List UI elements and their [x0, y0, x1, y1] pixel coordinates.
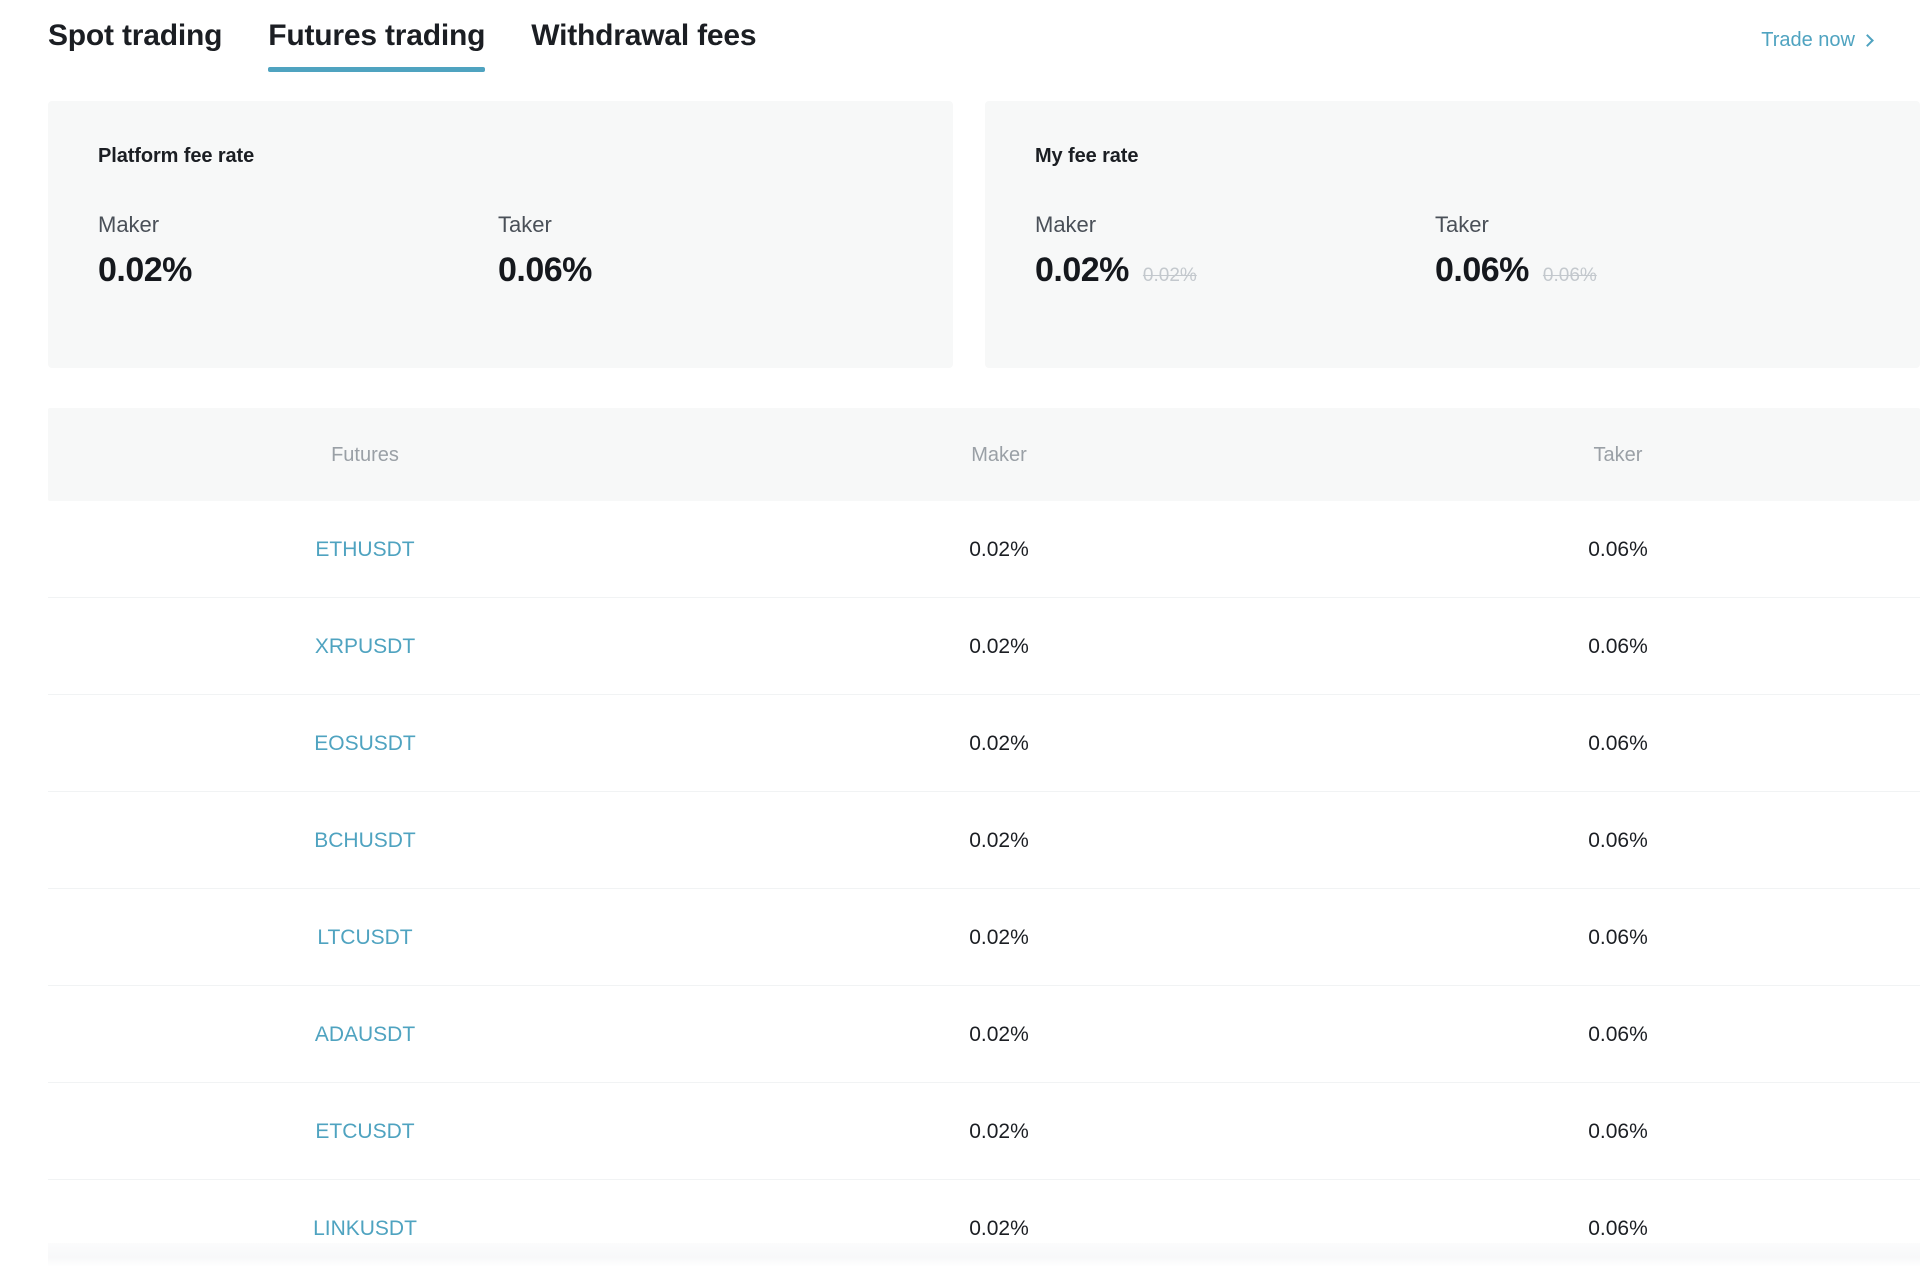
my-taker-label: Taker — [1435, 212, 1489, 237]
maker-fee-value: 0.02% — [969, 1217, 1029, 1240]
table-body: ETHUSDT 0.02% 0.06% XRPUSDT 0.02% 0.06% EOSUSD… — [48, 501, 1920, 1267]
tab-bar: Spot trading Futures trading Withdrawal … — [0, 0, 1920, 88]
trade-now-link[interactable]: Trade now — [1761, 0, 1874, 52]
my-maker-row: 0.02% 0.02% — [1035, 250, 1435, 290]
my-taker-block: Taker 0.06% 0.06% — [1435, 212, 1597, 290]
tab-spot-trading[interactable]: Spot trading — [48, 18, 222, 72]
platform-fee-rate-title: Platform fee rate — [98, 145, 255, 167]
table-row: ETCUSDT 0.02% 0.06% — [48, 1083, 1920, 1180]
table-header-taker: Taker — [1593, 443, 1643, 466]
table-row: LTCUSDT 0.02% 0.06% — [48, 889, 1920, 986]
maker-fee-value: 0.02% — [969, 1022, 1029, 1046]
taker-fee-value: 0.06% — [1588, 925, 1648, 949]
tab-withdrawal-fees-label: Withdrawal fees — [531, 19, 757, 52]
fee-schedule-page: Spot trading Futures trading Withdrawal … — [0, 0, 1920, 1267]
futures-symbol-link[interactable]: ETHUSDT — [48, 537, 682, 562]
platform-taker-value: 0.06% — [498, 251, 592, 289]
futures-symbol-link[interactable]: BCHUSDT — [48, 828, 682, 853]
platform-maker-value: 0.02% — [98, 251, 192, 289]
futures-symbol-link[interactable]: LTCUSDT — [48, 925, 682, 950]
maker-fee-value: 0.02% — [969, 1119, 1029, 1143]
tab-list: Spot trading Futures trading Withdrawal … — [48, 0, 757, 72]
table-row: EOSUSDT 0.02% 0.06% — [48, 695, 1920, 792]
platform-taker-block: Taker 0.06% — [498, 212, 592, 290]
my-maker-value: 0.02% — [1035, 251, 1129, 289]
taker-fee-value: 0.06% — [1588, 634, 1648, 658]
maker-fee-value: 0.02% — [969, 925, 1029, 949]
futures-symbol-link[interactable]: XRPUSDT — [48, 634, 682, 659]
platform-maker-block: Maker 0.02% — [98, 212, 498, 290]
taker-fee-value: 0.06% — [1588, 828, 1648, 852]
my-taker-value: 0.06% — [1435, 251, 1529, 289]
fee-rate-cards: Platform fee rate Maker 0.02% Taker 0.06… — [48, 101, 1920, 368]
table-header-futures: Futures — [331, 443, 399, 466]
platform-maker-label: Maker — [98, 212, 160, 237]
futures-fee-table: Futures Maker Taker ETHUSDT 0.02% 0.06% XRP… — [48, 408, 1920, 1267]
maker-fee-value: 0.02% — [969, 731, 1029, 755]
my-taker-original-value: 0.06% — [1542, 265, 1597, 286]
table-header-row: Futures Maker Taker — [48, 408, 1920, 501]
table-row: ETHUSDT 0.02% 0.06% — [48, 501, 1920, 598]
maker-fee-value: 0.02% — [969, 537, 1029, 561]
tab-withdrawal-fees[interactable]: Withdrawal fees — [531, 18, 756, 72]
platform-fee-rate-values: Maker 0.02% Taker 0.06% — [98, 212, 903, 290]
my-fee-rate-card: My fee rate Maker 0.02% 0.02% Taker 0.06… — [985, 101, 1920, 368]
maker-fee-value: 0.02% — [969, 828, 1029, 852]
taker-fee-value: 0.06% — [1588, 1217, 1648, 1240]
my-fee-rate-values: Maker 0.02% 0.02% Taker 0.06% 0.06% — [1035, 212, 1870, 290]
table-header-maker: Maker — [971, 443, 1027, 466]
taker-fee-value: 0.06% — [1588, 731, 1648, 755]
table-row: ADAUSDT 0.02% 0.06% — [48, 986, 1920, 1083]
my-fee-rate-title: My fee rate — [1035, 145, 1139, 167]
taker-fee-value: 0.06% — [1588, 1119, 1648, 1143]
my-taker-row: 0.06% 0.06% — [1435, 250, 1597, 290]
taker-fee-value: 0.06% — [1588, 537, 1648, 561]
my-maker-block: Maker 0.02% 0.02% — [1035, 212, 1435, 290]
platform-taker-label: Taker — [498, 212, 552, 237]
platform-taker-row: 0.06% — [498, 250, 592, 290]
tab-futures-trading-label: Futures trading — [268, 19, 486, 52]
futures-symbol-link[interactable]: EOSUSDT — [48, 731, 682, 756]
maker-fee-value: 0.02% — [969, 634, 1029, 658]
my-maker-label: Maker — [1035, 212, 1097, 237]
tab-spot-trading-label: Spot trading — [48, 19, 223, 52]
tab-futures-trading[interactable]: Futures trading — [268, 18, 485, 72]
chevron-right-icon — [1861, 33, 1874, 47]
platform-fee-rate-card: Platform fee rate Maker 0.02% Taker 0.06… — [48, 101, 953, 368]
taker-fee-value: 0.06% — [1588, 1022, 1648, 1046]
table-bottom-fade — [48, 1243, 1920, 1267]
trade-now-label: Trade now — [1761, 29, 1855, 51]
platform-maker-row: 0.02% — [98, 250, 498, 290]
table-row: XRPUSDT 0.02% 0.06% — [48, 598, 1920, 695]
futures-symbol-link[interactable]: ETCUSDT — [48, 1119, 682, 1144]
my-maker-original-value: 0.02% — [1142, 265, 1197, 286]
table-row: BCHUSDT 0.02% 0.06% — [48, 792, 1920, 889]
futures-symbol-link[interactable]: ADAUSDT — [48, 1022, 682, 1047]
futures-symbol-link[interactable]: LINKUSDT — [48, 1216, 682, 1241]
